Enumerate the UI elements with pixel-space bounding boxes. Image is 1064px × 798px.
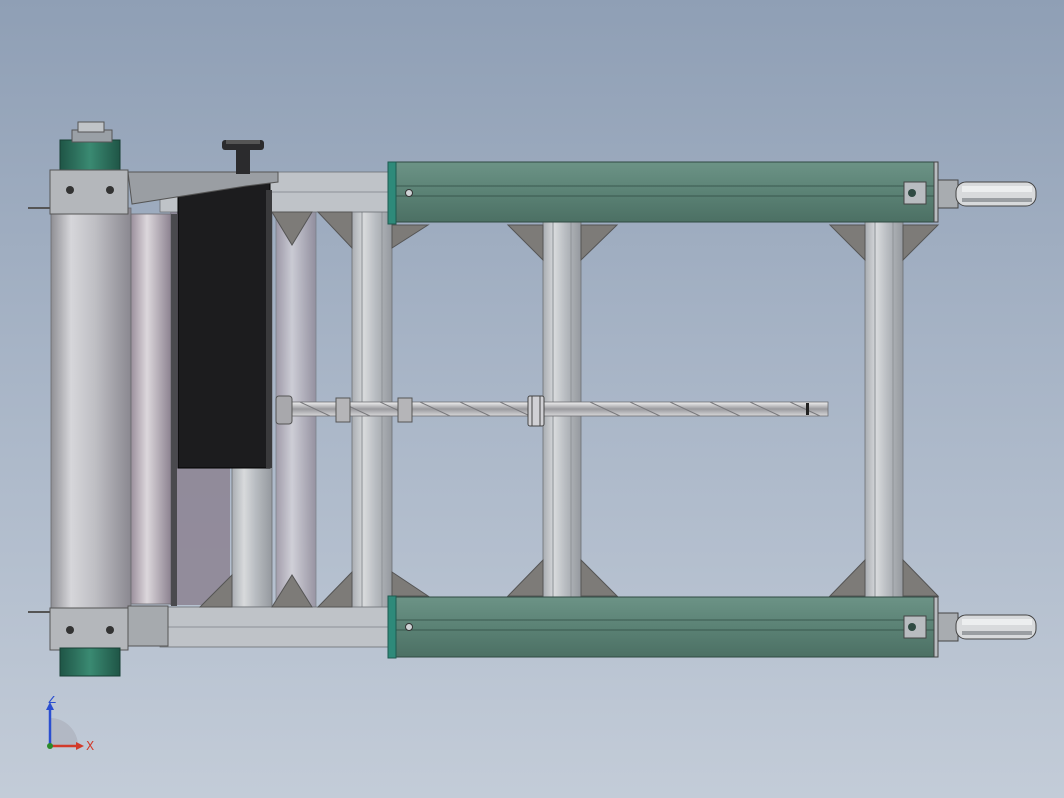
3d-model-view[interactable]: [0, 0, 1064, 798]
y-axis-point: [47, 743, 53, 749]
x-axis-arrow: [76, 742, 84, 750]
roller-assembly: [50, 207, 177, 609]
z-axis-label: Z: [48, 696, 56, 706]
dark-panel: [177, 181, 272, 469]
bottom-roller-bracket: [28, 605, 169, 677]
cad-graphics-viewport[interactable]: Z X: [0, 0, 1064, 798]
bottom-linear-rail: [387, 595, 939, 659]
top-roller-bracket: [28, 121, 129, 215]
top-caster-wheel: [937, 179, 1037, 209]
x-axis-label: X: [86, 739, 94, 753]
top-linear-rail: [387, 161, 939, 225]
bottom-caster-wheel: [937, 612, 1037, 642]
axis-triad: Z X: [46, 696, 94, 753]
